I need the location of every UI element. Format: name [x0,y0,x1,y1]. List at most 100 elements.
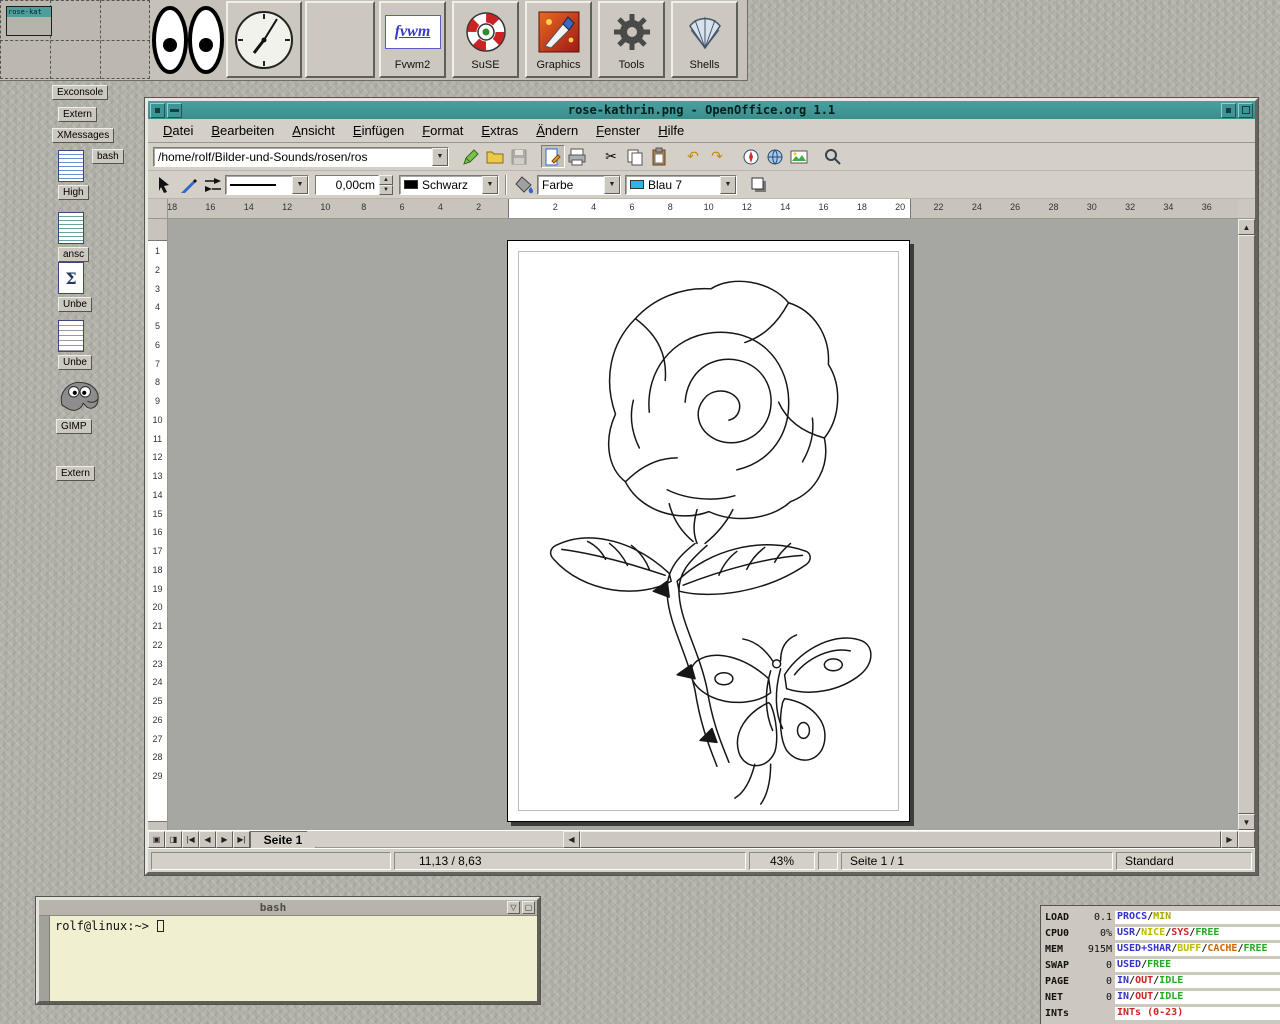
page-mode-button[interactable]: ◨ [165,831,182,848]
last-page-button[interactable]: ▶| [233,831,250,848]
menu-bearbeiten[interactable]: Bearbeiten [202,121,283,140]
drawing-canvas[interactable] [168,219,1238,830]
desktop-icon-unbe[interactable]: Unbe [58,320,92,370]
desktop-icon-high[interactable]: High [58,150,89,200]
fill-color-select[interactable]: Blau 7 ▼ [625,175,737,195]
desktop-icon-unbe[interactable]: ΣUnbe [58,262,92,312]
bash-terminal-window[interactable]: bash ▽ ▢ rolf@linux:~> [36,897,540,1004]
scroll-left-button[interactable]: ◀ [563,831,580,848]
ruler-corner-box[interactable] [148,199,168,218]
line-color-select[interactable]: Schwarz ▼ [399,175,499,195]
status-zoom[interactable]: 43% [749,852,815,870]
terminal-shade-button[interactable]: ▽ [507,901,520,914]
layer-mode-button[interactable]: ▣ [148,831,165,848]
hyperlink-button[interactable] [763,145,787,168]
chevron-down-icon[interactable]: ▼ [482,176,498,194]
chevron-down-icon[interactable]: ▼ [432,148,448,166]
first-page-button[interactable]: |◀ [182,831,199,848]
launcher-graphics[interactable]: Graphics [525,1,592,78]
pager-mini-window[interactable]: rose-kat [6,6,52,36]
rose-drawing[interactable] [520,253,897,808]
status-position[interactable]: 11,13 / 8,63 [394,852,746,870]
pen-tool-button[interactable] [177,173,201,196]
status-template[interactable]: Standard [1116,852,1252,870]
line-style-select[interactable]: ▼ [225,175,309,195]
window-titlebar[interactable]: rose-kathrin.png - OpenOffice.org 1.1 [148,101,1255,119]
menu-datei[interactable]: Datei [154,121,202,140]
status-page[interactable]: Seite 1 / 1 [841,852,1113,870]
horizontal-scroll-thumb[interactable] [580,831,1221,848]
terminal-maximize-button[interactable]: ▢ [522,901,535,914]
url-combobox[interactable]: /home/rolf/Bilder-und-Sounds/rosen/ros ▼ [153,147,449,167]
chevron-down-icon[interactable]: ▼ [292,176,308,194]
terminal-titlebar[interactable]: bash ▽ ▢ [39,900,537,916]
url-input[interactable]: /home/rolf/Bilder-und-Sounds/rosen/ros [154,150,432,164]
zoom-button[interactable] [821,145,845,168]
menu-hilfe[interactable]: Hilfe [649,121,693,140]
undo-button[interactable]: ↶ [681,145,705,168]
desktop-icon-extern[interactable]: Extern [58,107,97,122]
terminal-screen[interactable]: rolf@linux:~> [50,916,537,1001]
desktop-icon-extern[interactable]: Extern [56,466,95,481]
menu-ändern[interactable]: Ändern [527,121,587,140]
redo-button[interactable]: ↷ [705,145,729,168]
arrow-style-button[interactable] [201,173,225,196]
line-width-spinner[interactable]: 0,00cm ▲▼ [315,175,393,195]
paste-button[interactable] [647,145,671,168]
line-width-value[interactable]: 0,00cm [315,175,379,195]
chevron-down-icon[interactable]: ▼ [604,176,620,194]
ruler-number: 21 [152,621,162,631]
openoffice-window[interactable]: rose-kathrin.png - OpenOffice.org 1.1 Da… [145,98,1258,875]
scroll-right-button[interactable]: ▶ [1221,831,1238,848]
open-document-button[interactable] [483,145,507,168]
horizontal-scrollbar[interactable] [580,831,1221,848]
desktop-icon-xmessages[interactable]: XMessages [52,128,114,143]
menu-einfügen[interactable]: Einfügen [344,121,413,140]
navigator-button[interactable] [739,145,763,168]
document-page[interactable] [507,240,910,822]
launcher-suse[interactable]: SuSE [452,1,519,78]
empty-panel-slot[interactable] [305,1,375,78]
desktop-pager[interactable]: rose-kat [0,0,150,79]
scrollbar-splitter[interactable] [1238,831,1255,848]
print-file-direct-button[interactable] [565,145,589,168]
launcher-label: SuSE [471,59,499,71]
launcher-fvwm2[interactable]: fvwm Fvwm2 [379,1,446,78]
menu-format[interactable]: Format [413,121,472,140]
ruler-horizontal[interactable]: 1816141210864224681012141618202224262830… [168,199,1238,218]
tab-seite-1[interactable]: Seite 1 [250,831,316,848]
fill-style-select[interactable]: Farbe ▼ [537,175,621,195]
copy-button[interactable] [623,145,647,168]
desktop-icon-exconsole[interactable]: Exconsole [52,85,108,100]
chevron-down-icon[interactable]: ▼ [720,176,736,194]
ruler-vertical[interactable]: 1234567891011121314151617181920212223242… [148,219,168,830]
next-page-button[interactable]: ▶ [216,831,233,848]
menu-extras[interactable]: Extras [472,121,527,140]
menu-ansicht[interactable]: Ansicht [283,121,344,140]
scroll-up-button[interactable]: ▲ [1238,219,1255,235]
fill-tool-button[interactable] [513,173,537,196]
window-iconify-button[interactable] [1221,103,1236,118]
launcher-tools[interactable]: Tools [598,1,665,78]
scroll-down-button[interactable]: ▼ [1238,814,1255,830]
edit-file-button[interactable] [459,145,483,168]
gallery-button[interactable] [787,145,811,168]
spinner-arrows[interactable]: ▲▼ [379,175,393,195]
window-maximize-button[interactable] [1238,103,1253,118]
save-document-button[interactable] [507,145,531,168]
desktop-icon-ansc[interactable]: ansc [58,212,89,262]
desktop-icon-gimp[interactable]: GIMP [56,378,102,434]
vertical-scrollbar[interactable]: ▲ ▼ [1238,219,1255,830]
previous-page-button[interactable]: ◀ [199,831,216,848]
cut-button[interactable]: ✂ [599,145,623,168]
vertical-scroll-thumb[interactable] [1238,235,1255,814]
launcher-shells[interactable]: Shells [671,1,738,78]
desktop-icon-bash[interactable]: bash [92,149,124,164]
edit-mode-button[interactable] [541,145,565,168]
window-stick-button[interactable] [167,103,182,118]
select-tool-button[interactable] [153,173,177,196]
terminal-scrollbar[interactable] [39,916,50,1001]
menu-fenster[interactable]: Fenster [587,121,649,140]
window-menu-button[interactable] [150,103,165,118]
shadow-button[interactable] [747,173,771,196]
